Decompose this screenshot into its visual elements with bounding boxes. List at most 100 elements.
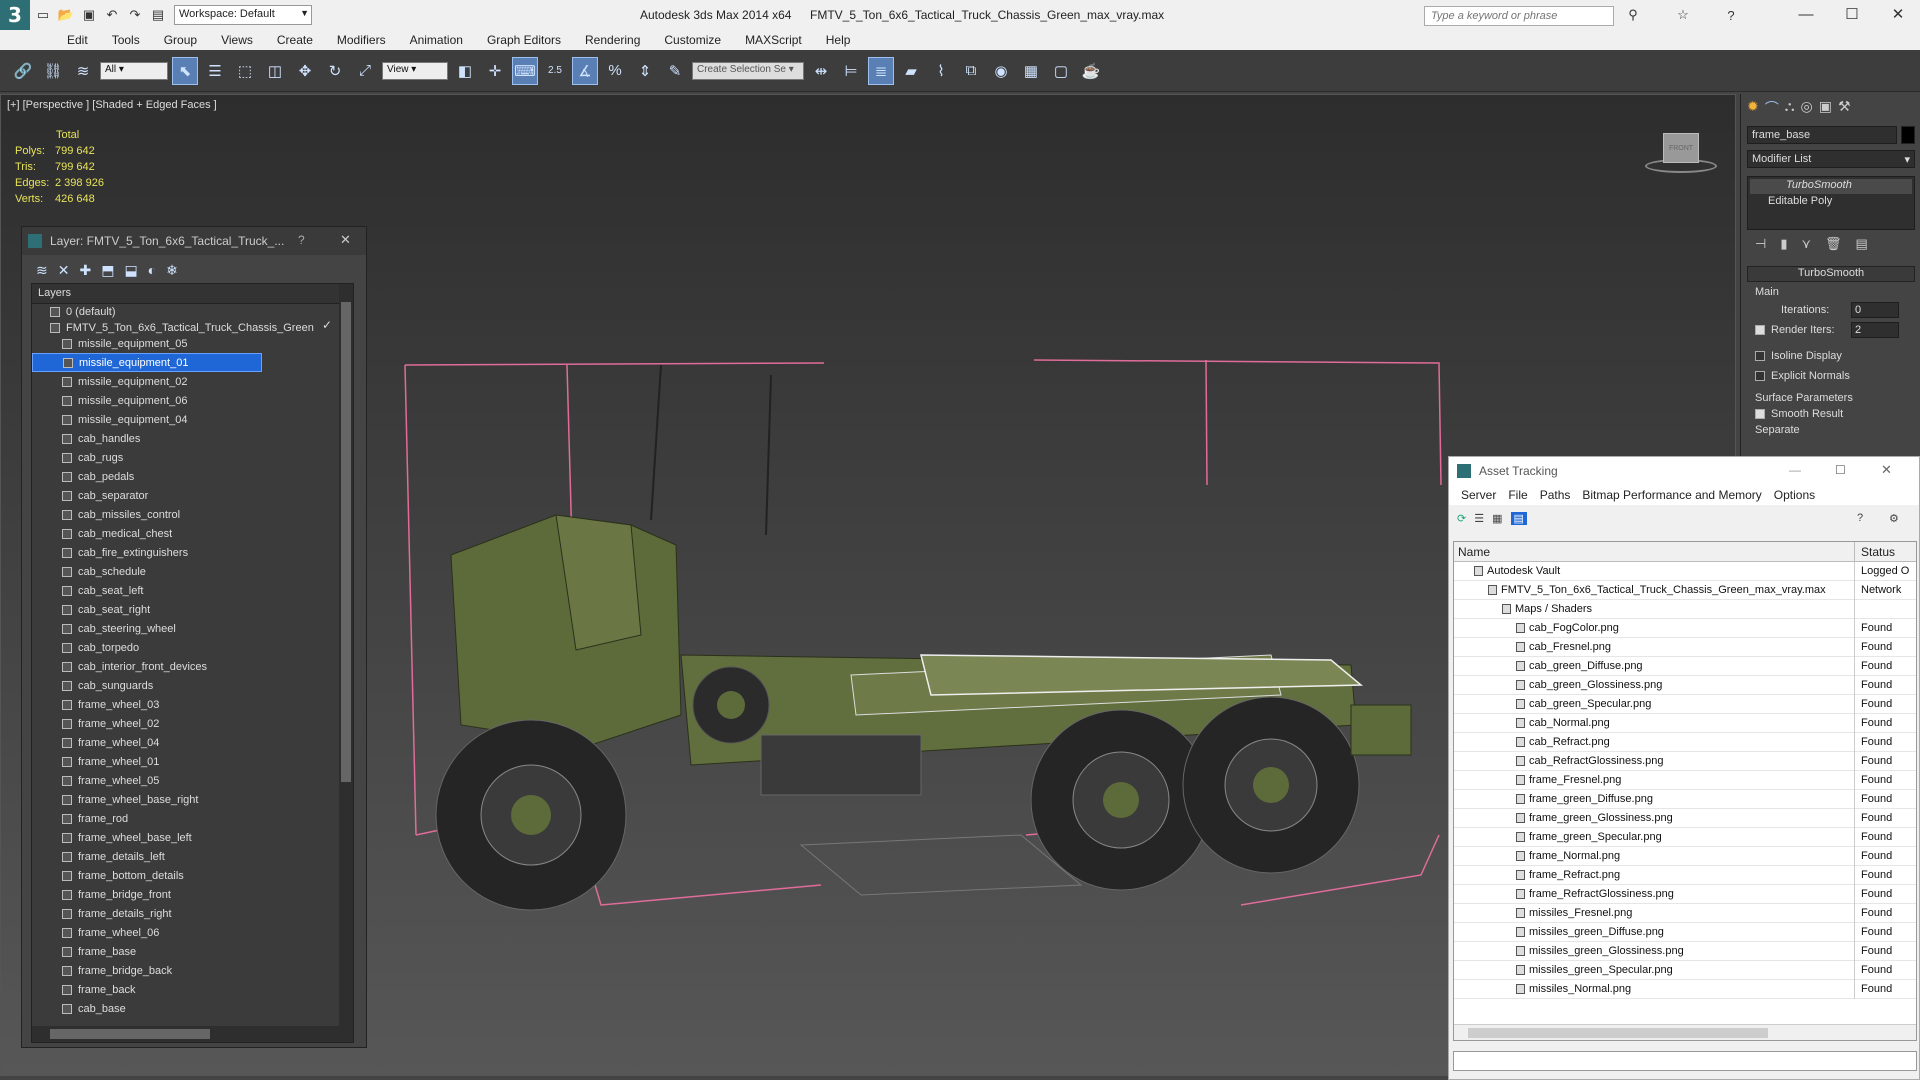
menu-animation[interactable]: Animation — [398, 33, 475, 47]
isoline-display-checkbox[interactable]: Isoline Display — [1755, 350, 1842, 362]
column-status[interactable]: Status — [1854, 542, 1901, 562]
make-unique-icon[interactable]: ⋎ — [1801, 236, 1811, 258]
layer-row[interactable]: missile_equipment_05 — [32, 334, 332, 353]
rotate-icon[interactable]: ↻ — [322, 57, 348, 85]
layer-row[interactable]: frame_bottom_details — [32, 866, 332, 885]
keyboard-shortcut-icon[interactable]: ⌨ — [512, 56, 538, 85]
new-file-icon[interactable]: ▭ — [33, 5, 53, 25]
help-icon[interactable]: ? — [298, 233, 305, 247]
selection-filter-dropdown[interactable]: All ▾ — [100, 61, 168, 80]
layer-explorer-window[interactable]: Layer: FMTV_5_Ton_6x6_Tactical_Truck_...… — [21, 226, 367, 1048]
layer-manager-icon[interactable]: ≣ — [868, 56, 894, 85]
select-object-icon[interactable]: ⬉ — [172, 56, 198, 85]
star-icon[interactable]: ☆ — [1673, 5, 1693, 25]
layer-row[interactable]: cab_seat_right — [32, 600, 332, 619]
hierarchy-tab-icon[interactable]: ⛬ — [1785, 98, 1795, 120]
asset-tracking-titlebar[interactable]: Asset Tracking — ☐ ✕ — [1449, 457, 1919, 485]
help-icon[interactable]: ? — [1857, 512, 1863, 524]
mirror-icon[interactable]: ⇹ — [808, 57, 834, 85]
menu-views[interactable]: Views — [209, 33, 265, 47]
modifier-list-dropdown[interactable]: Modifier List ▾ — [1747, 150, 1915, 168]
maximize-button[interactable]: ☐ — [1832, 4, 1872, 26]
edit-named-selection-icon[interactable]: ✎ — [662, 57, 688, 85]
asset-row[interactable]: frame_Refract.png Found — [1454, 866, 1916, 885]
select-objects-icon[interactable]: ⬒ — [101, 262, 114, 279]
viewcube[interactable]: FRONT — [1641, 125, 1721, 175]
modify-tab-icon[interactable]: ⌒ — [1765, 98, 1779, 120]
asset-row[interactable]: cab_Normal.png Found — [1454, 714, 1916, 733]
select-by-name-icon[interactable]: ☰ — [202, 57, 228, 85]
close-button[interactable]: ✕ — [1878, 4, 1918, 26]
layer-row[interactable]: missile_equipment_02 — [32, 372, 332, 391]
asset-menu-options[interactable]: Options — [1768, 488, 1821, 502]
asset-row[interactable]: FMTV_5_Ton_6x6_Tactical_Truck_Chassis_Gr… — [1454, 581, 1916, 600]
layer-row[interactable]: frame_wheel_04 — [32, 733, 332, 752]
render-iters-checkbox[interactable]: Render Iters: — [1755, 324, 1835, 336]
layer-row[interactable]: cab_medical_chest — [32, 524, 332, 543]
reference-coordinate-dropdown[interactable]: View ▾ — [382, 61, 448, 80]
percent-snap-icon[interactable]: % — [602, 57, 628, 85]
asset-menu-file[interactable]: File — [1502, 488, 1533, 502]
snap-toggle-icon[interactable]: 2.5 — [542, 57, 568, 85]
layer-row[interactable]: frame_wheel_03 — [32, 695, 332, 714]
asset-table[interactable]: Name Status Autodesk Vault Logged O FMTV_5… — [1453, 541, 1917, 1041]
motion-tab-icon[interactable]: ◎ — [1801, 98, 1813, 120]
close-icon[interactable]: ✕ — [340, 232, 351, 248]
layer-row[interactable]: frame_bridge_back — [32, 961, 332, 980]
material-editor-icon[interactable]: ◉ — [988, 57, 1014, 85]
menu-graph-editors[interactable]: Graph Editors — [475, 33, 573, 47]
asset-menu-bitmap-performance-and-memory[interactable]: Bitmap Performance and Memory — [1576, 488, 1767, 502]
align-icon[interactable]: ⊨ — [838, 57, 864, 85]
help-icon[interactable]: ? — [1721, 5, 1741, 25]
iterations-spinner[interactable]: 0 — [1851, 302, 1899, 318]
asset-row[interactable]: missiles_Normal.png Found — [1454, 980, 1916, 999]
horizontal-scrollbar[interactable] — [1454, 1024, 1916, 1040]
thumbnail-view-icon[interactable]: ▦ — [1492, 512, 1502, 525]
layer-row[interactable]: cab_torpedo — [32, 638, 332, 657]
angle-snap-icon[interactable]: ∡ — [572, 56, 598, 85]
layer-row[interactable]: cab_rugs — [32, 448, 332, 467]
select-manipulate-icon[interactable]: ✛ — [482, 57, 508, 85]
pin-stack-icon[interactable]: ⊣ — [1755, 236, 1766, 258]
asset-menu-server[interactable]: Server — [1455, 488, 1502, 502]
schematic-view-icon[interactable]: ⧉ — [958, 57, 984, 85]
layer-row[interactable]: frame_wheel_base_left — [32, 828, 332, 847]
utilities-tab-icon[interactable]: ⚒ — [1838, 98, 1851, 120]
settings-icon[interactable]: ⚙ — [1889, 512, 1899, 525]
asset-path-field[interactable] — [1453, 1051, 1917, 1071]
curve-editor-icon[interactable]: ⌇ — [928, 57, 954, 85]
layer-row[interactable]: frame_wheel_05 — [32, 771, 332, 790]
layer-row[interactable]: cab_schedule — [32, 562, 332, 581]
app-logo[interactable]: 3 — [0, 0, 30, 30]
binoculars-icon[interactable]: ⚲ — [1623, 5, 1643, 25]
move-icon[interactable]: ✥ — [292, 57, 318, 85]
explicit-normals-checkbox[interactable]: Explicit Normals — [1755, 370, 1850, 382]
pivot-icon[interactable]: ◧ — [452, 57, 478, 85]
table-view-icon[interactable]: ▤ — [1510, 511, 1527, 525]
check-icon[interactable]: ✓ — [322, 318, 332, 332]
search-input[interactable] — [1424, 6, 1614, 26]
scale-icon[interactable]: ⤢ — [352, 57, 378, 85]
configure-sets-icon[interactable]: ▤ — [1856, 236, 1868, 258]
layer-row[interactable]: cab_missiles_control — [32, 505, 332, 524]
list-view-icon[interactable]: ☰ — [1474, 512, 1484, 525]
turbosmooth-rollout[interactable]: TurboSmooth — [1747, 266, 1915, 282]
viewport-label[interactable]: [+] [Perspective ] [Shaded + Edged Faces… — [7, 99, 217, 111]
asset-row[interactable]: frame_RefractGlossiness.png Found — [1454, 885, 1916, 904]
layer-row[interactable]: cab_sunguards — [32, 676, 332, 695]
menu-edit[interactable]: Edit — [55, 33, 100, 47]
layer-row[interactable]: frame_rod — [32, 809, 332, 828]
scroll-thumb[interactable] — [341, 302, 351, 782]
menu-maxscript[interactable]: MAXScript — [733, 33, 814, 47]
layer-row[interactable]: cab_base — [32, 999, 332, 1018]
menu-rendering[interactable]: Rendering — [573, 33, 652, 47]
render-setup-icon[interactable]: ▦ — [1018, 57, 1044, 85]
viewcube-face[interactable]: FRONT — [1663, 133, 1699, 163]
asset-row[interactable]: cab_Refract.png Found — [1454, 733, 1916, 752]
render-frame-icon[interactable]: ▢ — [1048, 57, 1074, 85]
stack-item-turbosmooth[interactable]: TurboSmooth — [1750, 179, 1912, 194]
layer-list-header[interactable]: Layers — [32, 284, 353, 304]
undo-icon[interactable]: ↶ — [102, 5, 122, 25]
object-name-field[interactable]: frame_base — [1747, 126, 1897, 144]
asset-row[interactable]: missiles_green_Specular.png Found — [1454, 961, 1916, 980]
